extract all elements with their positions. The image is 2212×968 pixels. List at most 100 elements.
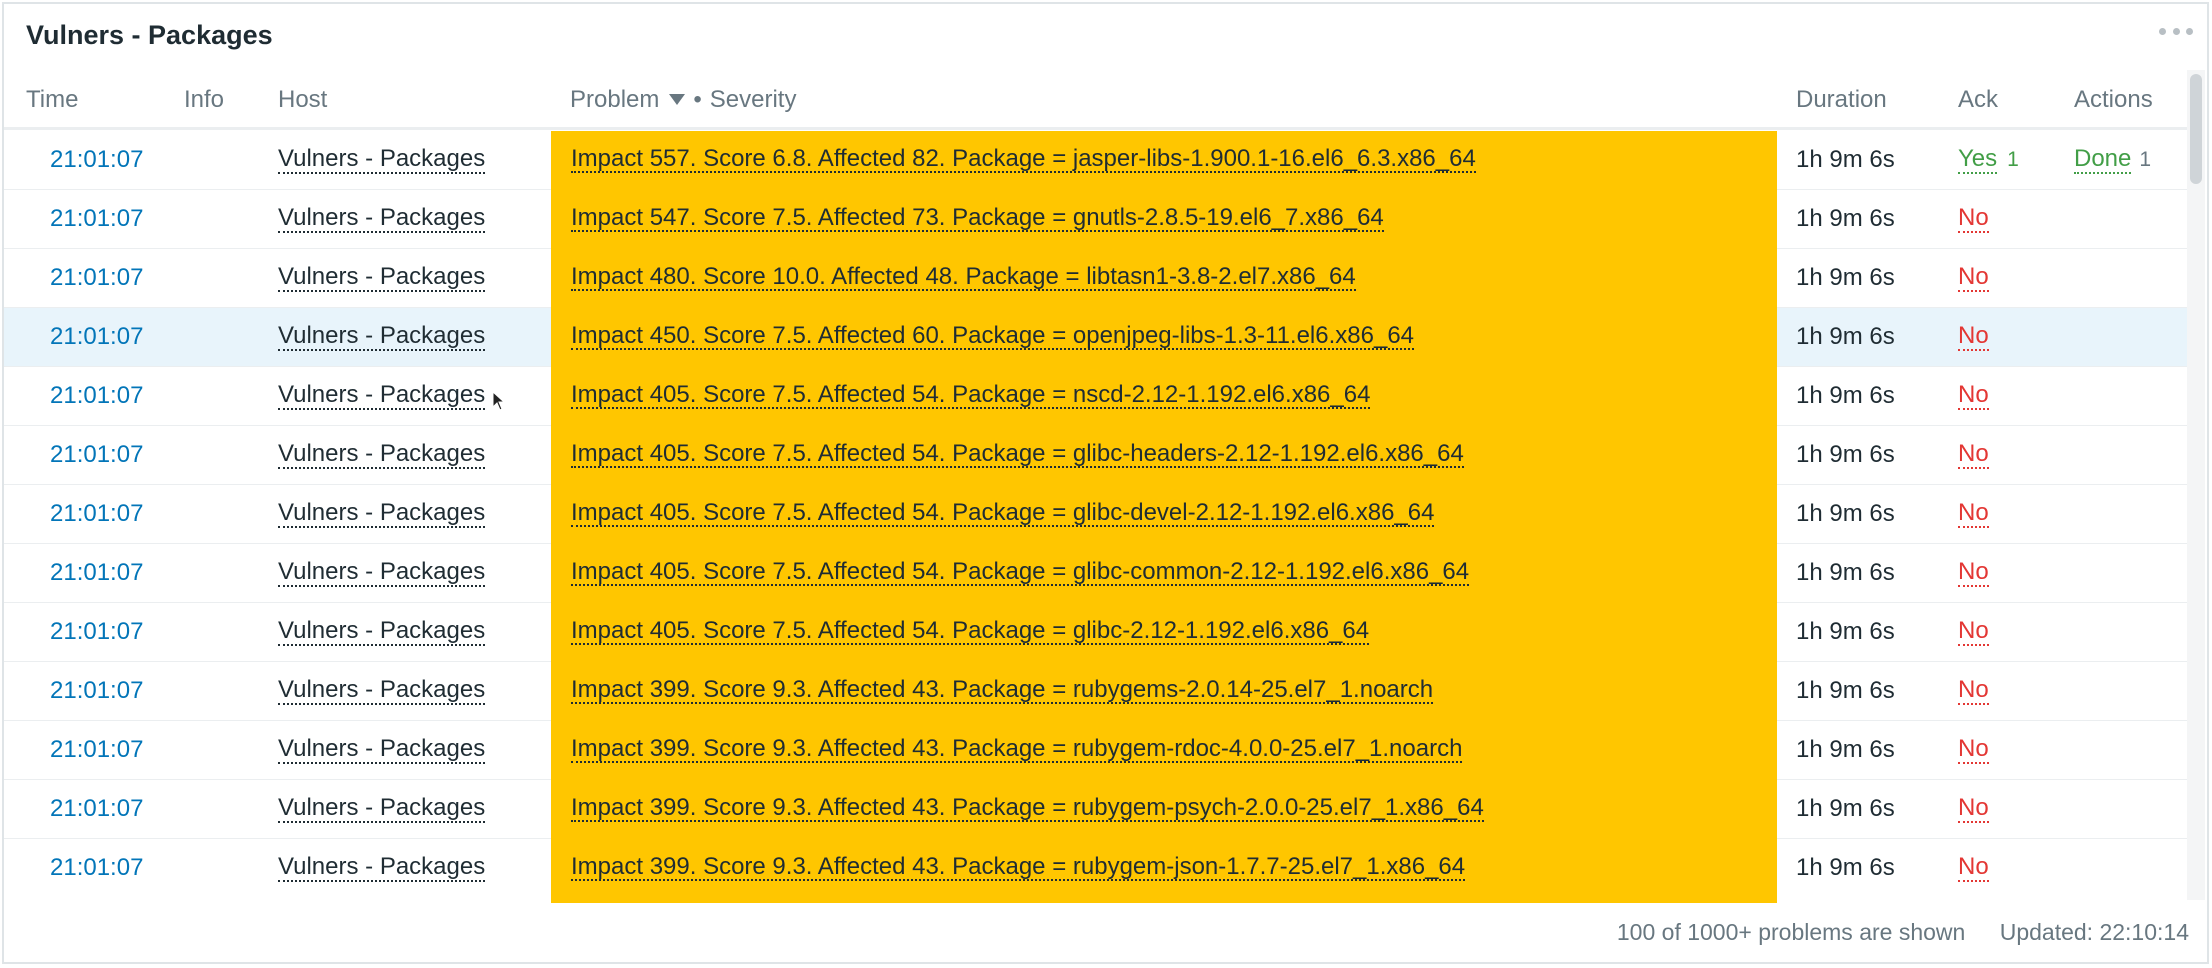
column-host[interactable]: Host (278, 86, 327, 114)
vertical-scrollbar[interactable] (2187, 70, 2205, 900)
column-separator: • (693, 86, 702, 113)
ack-status-link[interactable]: No (1958, 264, 1989, 292)
problem-cell: Impact 405. Score 7.5. Affected 54. Pack… (551, 602, 1777, 661)
ack-status-link[interactable]: No (1958, 500, 1989, 528)
ack-status-link[interactable]: No (1958, 441, 1989, 469)
host-cell: Vulners - Packages (278, 662, 486, 720)
problem-link[interactable]: Impact 399. Score 9.3. Affected 43. Pack… (571, 854, 1466, 882)
table-row: 21:01:07 Vulners - Packages Impact 399. Sc… (4, 720, 2192, 780)
host-link[interactable]: Vulners - Packages (278, 382, 486, 410)
ack-status-link[interactable]: No (1958, 205, 1989, 233)
host-link[interactable]: Vulners - Packages (278, 736, 486, 764)
column-duration: Duration (1796, 86, 1887, 113)
table-row: 21:01:07 Vulners - Packages Impact 405. Sc… (4, 602, 2192, 662)
problem-link[interactable]: Impact 480. Score 10.0. Affected 48. Pac… (571, 264, 1356, 292)
time-link[interactable]: 21:01:07 (50, 662, 143, 720)
time-link[interactable]: 21:01:07 (50, 308, 143, 366)
host-link[interactable]: Vulners - Packages (278, 146, 486, 174)
time-link[interactable]: 21:01:07 (50, 544, 143, 602)
scrollbar-thumb[interactable] (2190, 74, 2202, 184)
ellipsis-icon[interactable] (2159, 28, 2193, 36)
problem-link[interactable]: Impact 399. Score 9.3. Affected 43. Pack… (571, 677, 1434, 705)
problem-link[interactable]: Impact 547. Score 7.5. Affected 73. Pack… (571, 205, 1384, 233)
host-link[interactable]: Vulners - Packages (278, 323, 486, 351)
host-link[interactable]: Vulners - Packages (278, 559, 486, 587)
menu-dot (2186, 28, 2193, 35)
table-row: 21:01:07 Vulners - Packages Impact 399. Sc… (4, 779, 2192, 839)
duration-value: 1h 9m 6s (1796, 146, 1895, 173)
host-link[interactable]: Vulners - Packages (278, 795, 486, 823)
ack-cell: No (1958, 426, 1989, 484)
problem-link[interactable]: Impact 405. Score 7.5. Affected 54. Pack… (571, 559, 1470, 587)
time-link[interactable]: 21:01:07 (50, 839, 143, 897)
time-link[interactable]: 21:01:07 (50, 131, 143, 189)
duration-value: 1h 9m 6s (1796, 264, 1895, 291)
time-link[interactable]: 21:01:07 (50, 249, 143, 307)
ack-status-link[interactable]: No (1958, 854, 1989, 882)
problem-link[interactable]: Impact 399. Score 9.3. Affected 43. Pack… (571, 795, 1484, 823)
table-row-partial (551, 897, 1777, 903)
column-severity-label[interactable]: Severity (710, 86, 797, 113)
duration-value: 1h 9m 6s (1796, 205, 1895, 232)
duration-value: 1h 9m 6s (1796, 559, 1895, 586)
ack-status-link[interactable]: Yes (1958, 146, 1998, 174)
time-link[interactable]: 21:01:07 (50, 485, 143, 543)
table-header: Time Info Host Problem • Severity Duration… (4, 76, 2192, 130)
ack-cell: No (1958, 721, 1989, 779)
ack-status-link[interactable]: No (1958, 677, 1989, 705)
problem-cell: Impact 399. Score 9.3. Affected 43. Pack… (551, 838, 1777, 897)
ack-cell: No (1958, 780, 1989, 838)
ack-cell: No (1958, 190, 1989, 248)
problem-cell: Impact 405. Score 7.5. Affected 54. Pack… (551, 543, 1777, 602)
column-problem-label[interactable]: Problem (570, 86, 659, 113)
host-link[interactable]: Vulners - Packages (278, 854, 486, 882)
table-row: 21:01:07 Vulners - Packages Impact 450. Sc… (4, 307, 2192, 367)
problem-link[interactable]: Impact 450. Score 7.5. Affected 60. Pack… (571, 323, 1415, 351)
time-link[interactable]: 21:01:07 (50, 721, 143, 779)
host-link[interactable]: Vulners - Packages (278, 205, 486, 233)
duration-value: 1h 9m 6s (1796, 500, 1895, 527)
problem-link[interactable]: Impact 405. Score 7.5. Affected 54. Pack… (571, 441, 1464, 469)
table-row: 21:01:07 Vulners - Packages Impact 480. Sc… (4, 248, 2192, 308)
problem-link[interactable]: Impact 405. Score 7.5. Affected 54. Pack… (571, 618, 1370, 646)
problem-link[interactable]: Impact 405. Score 7.5. Affected 54. Pack… (571, 500, 1435, 528)
table-row: 21:01:07 Vulners - Packages Impact 405. Sc… (4, 484, 2192, 544)
duration-value: 1h 9m 6s (1796, 323, 1895, 350)
ack-cell: No (1958, 308, 1989, 366)
time-link[interactable]: 21:01:07 (50, 780, 143, 838)
time-link[interactable]: 21:01:07 (50, 603, 143, 661)
problem-cell: Impact 405. Score 7.5. Affected 54. Pack… (551, 425, 1777, 484)
column-problem-severity[interactable]: Problem • Severity (570, 86, 796, 114)
problem-cell: Impact 399. Score 9.3. Affected 43. Pack… (551, 661, 1777, 720)
menu-dot (2172, 28, 2180, 35)
host-link[interactable]: Vulners - Packages (278, 264, 486, 292)
time-link[interactable]: 21:01:07 (50, 190, 143, 248)
ack-status-link[interactable]: No (1958, 618, 1989, 646)
ack-status-link[interactable]: No (1958, 795, 1989, 823)
host-cell: Vulners - Packages (278, 603, 486, 661)
ack-cell: No (1958, 839, 1989, 897)
host-link[interactable]: Vulners - Packages (278, 618, 486, 646)
ack-cell: No (1958, 485, 1989, 543)
problem-link[interactable]: Impact 557. Score 6.8. Affected 82. Pack… (571, 146, 1476, 174)
problem-cell: Impact 480. Score 10.0. Affected 48. Pac… (551, 248, 1777, 307)
host-link[interactable]: Vulners - Packages (278, 677, 486, 705)
problem-link[interactable]: Impact 405. Score 7.5. Affected 54. Pack… (571, 382, 1371, 410)
problem-link[interactable]: Impact 399. Score 9.3. Affected 43. Pack… (571, 736, 1463, 764)
host-link[interactable]: Vulners - Packages (278, 500, 486, 528)
column-actions: Actions (2074, 86, 2153, 113)
duration-value: 1h 9m 6s (1796, 618, 1895, 645)
updated-timestamp: Updated: 22:10:14 (1999, 919, 2189, 945)
host-link[interactable]: Vulners - Packages (278, 441, 486, 469)
time-link[interactable]: 21:01:07 (50, 367, 143, 425)
problem-cell: Impact 405. Score 7.5. Affected 54. Pack… (551, 366, 1777, 425)
time-link[interactable]: 21:01:07 (50, 426, 143, 484)
table-row: 21:01:07 Vulners - Packages Impact 405. Sc… (4, 366, 2192, 426)
host-cell: Vulners - Packages (278, 839, 486, 897)
column-time[interactable]: Time (26, 86, 78, 114)
ack-status-link[interactable]: No (1958, 559, 1989, 587)
ack-status-link[interactable]: No (1958, 736, 1989, 764)
actions-status-link[interactable]: Done (2074, 146, 2132, 174)
ack-status-link[interactable]: No (1958, 323, 1989, 351)
ack-status-link[interactable]: No (1958, 382, 1989, 410)
